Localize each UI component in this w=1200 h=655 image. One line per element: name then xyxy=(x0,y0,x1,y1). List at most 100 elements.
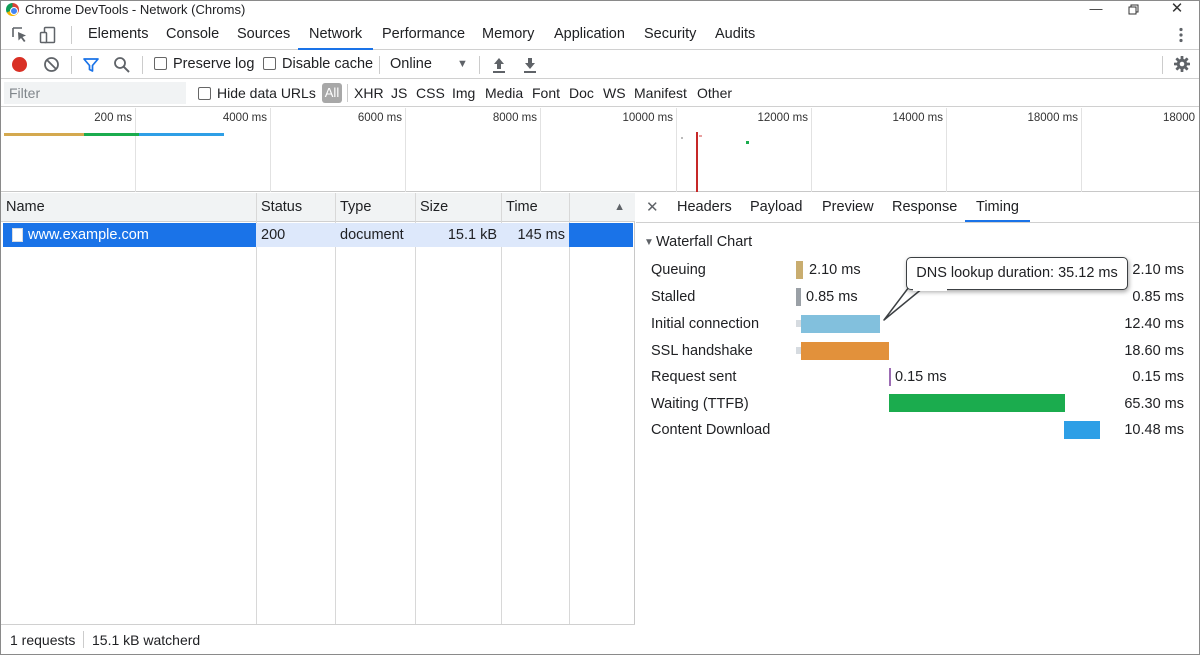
filter-img[interactable]: Img xyxy=(452,85,475,101)
import-har-icon[interactable] xyxy=(491,56,507,74)
timing-value-waiting: 65.30 ms xyxy=(1124,396,1184,412)
export-har-icon[interactable] xyxy=(522,56,538,74)
tab-audits[interactable]: Audits xyxy=(715,20,755,50)
filter-all-button[interactable]: All xyxy=(322,83,342,103)
column-divider xyxy=(256,193,257,624)
expand-triangle-icon[interactable]: ▼ xyxy=(644,237,654,248)
timing-bar-label-queuing: 2.10 ms xyxy=(809,262,861,278)
requests-panel: Name Status Type Size Time ▲ www.example… xyxy=(1,193,635,654)
close-icon[interactable]: ✕ xyxy=(646,198,659,216)
request-size: 15.1 kB xyxy=(415,223,501,247)
filter-js[interactable]: JS xyxy=(391,85,407,101)
hide-data-urls-checkbox[interactable] xyxy=(198,87,211,100)
chevron-down-icon[interactable]: ▼ xyxy=(457,58,468,70)
search-icon[interactable] xyxy=(113,56,131,74)
column-header-waterfall[interactable]: ▲ xyxy=(569,193,635,222)
tab-response[interactable]: Response xyxy=(892,193,957,222)
timing-bar-queuing xyxy=(796,261,803,279)
more-options-icon[interactable] xyxy=(1175,26,1187,44)
clear-icon[interactable] xyxy=(43,56,60,73)
tab-elements[interactable]: Elements xyxy=(88,20,148,50)
close-window-icon[interactable]: ✕ xyxy=(1162,1,1192,19)
gear-icon[interactable] xyxy=(1173,55,1191,73)
tab-application[interactable]: Application xyxy=(554,20,625,50)
filter-manifest[interactable]: Manifest xyxy=(634,85,687,101)
filter-divider xyxy=(347,84,348,102)
request-name-cell[interactable]: www.example.com xyxy=(3,223,256,247)
chrome-logo-icon xyxy=(6,3,19,16)
overview-bar-waiting xyxy=(84,133,139,136)
tab-memory[interactable]: Memory xyxy=(482,20,534,50)
preserve-log-label[interactable]: Preserve log xyxy=(173,56,254,72)
timing-bar-content-download xyxy=(1064,421,1100,439)
disable-cache-checkbox[interactable] xyxy=(263,57,276,70)
filter-media[interactable]: Media xyxy=(485,85,523,101)
timing-bar-request-sent xyxy=(889,368,891,386)
column-divider xyxy=(569,193,570,624)
toolbar-divider xyxy=(479,56,480,74)
restore-icon[interactable] xyxy=(1119,1,1149,19)
disable-cache-label[interactable]: Disable cache xyxy=(282,56,373,72)
timing-label-request-sent: Request sent xyxy=(651,369,737,385)
filter-bar: Hide data URLs All XHR JS CSS Img Media … xyxy=(1,80,1199,107)
filter-css[interactable]: CSS xyxy=(416,85,445,101)
request-time: 145 ms xyxy=(501,223,569,247)
toolbar-divider xyxy=(379,56,380,74)
hide-data-urls-label[interactable]: Hide data URLs xyxy=(217,85,316,101)
column-header-type[interactable]: Type xyxy=(335,193,415,222)
column-header-size[interactable]: Size xyxy=(415,193,501,222)
column-header-status[interactable]: Status xyxy=(256,193,335,222)
column-header-name[interactable]: Name xyxy=(1,193,256,222)
filter-icon[interactable] xyxy=(82,56,100,74)
preserve-log-checkbox[interactable] xyxy=(154,57,167,70)
filter-doc[interactable]: Doc xyxy=(569,85,594,101)
overview-gridline xyxy=(135,108,136,192)
overview-tick-label: 18000 ms xyxy=(1027,112,1078,124)
filter-input[interactable] xyxy=(4,82,186,104)
tab-sources[interactable]: Sources xyxy=(237,20,290,50)
inspect-element-icon[interactable] xyxy=(11,26,29,44)
overview-bar-queue xyxy=(4,133,84,136)
column-divider xyxy=(501,193,502,624)
waterfall-section-title[interactable]: Waterfall Chart xyxy=(656,234,752,250)
overview-dot xyxy=(746,141,749,144)
filter-xhr[interactable]: XHR xyxy=(354,85,384,101)
summary-bar: 1 requests 15.1 kB watcherd xyxy=(1,624,635,654)
tab-performance[interactable]: Performance xyxy=(382,20,465,50)
overview-tick-label: 6000 ms xyxy=(357,112,402,124)
timing-value-initial-connection: 12.40 ms xyxy=(1124,316,1184,332)
timing-label-waiting: Waiting (TTFB) xyxy=(651,396,749,412)
table-row[interactable]: www.example.com 200 document 15.1 kB 145… xyxy=(3,223,633,247)
overview-gridline xyxy=(946,108,947,192)
request-count: 1 requests xyxy=(10,632,76,648)
timing-bar-label-stalled: 0.85 ms xyxy=(806,289,858,305)
main-tab-bar: Elements Console Sources Network Perform… xyxy=(1,20,1199,50)
timing-value-queuing: 2.10 ms xyxy=(1132,262,1184,278)
transferred-size: 15.1 kB watcherd xyxy=(92,632,201,648)
column-header-time[interactable]: Time xyxy=(501,193,569,222)
filter-font[interactable]: Font xyxy=(532,85,560,101)
timing-label-content-download: Content Download xyxy=(651,422,771,438)
tab-network[interactable]: Network xyxy=(298,20,374,50)
timing-bar-stalled xyxy=(796,288,801,306)
filter-ws[interactable]: WS xyxy=(603,85,626,101)
request-type: document xyxy=(335,223,415,247)
record-icon[interactable] xyxy=(12,57,27,72)
request-waterfall xyxy=(569,223,633,247)
tab-headers[interactable]: Headers xyxy=(677,193,732,222)
dns-lookup-tooltip: DNS lookup duration: 35.12 ms xyxy=(906,257,1128,290)
timing-label-initial-connection: Initial connection xyxy=(651,316,760,332)
tab-timing[interactable]: Timing xyxy=(965,193,1030,222)
minimize-icon[interactable]: — xyxy=(1081,1,1111,19)
tooltip-pointer-join xyxy=(913,288,947,291)
throttling-select[interactable]: Online xyxy=(390,56,432,72)
tab-payload[interactable]: Payload xyxy=(750,193,802,222)
overview-timeline[interactable]: 200 ms 4000 ms 6000 ms 8000 ms 10000 ms … xyxy=(1,108,1199,192)
device-toolbar-icon[interactable] xyxy=(39,26,57,44)
overview-dot xyxy=(699,135,702,137)
tab-security[interactable]: Security xyxy=(644,20,696,50)
summary-divider xyxy=(83,631,84,648)
filter-other[interactable]: Other xyxy=(697,85,732,101)
tab-preview[interactable]: Preview xyxy=(822,193,874,222)
tab-console[interactable]: Console xyxy=(166,20,219,50)
